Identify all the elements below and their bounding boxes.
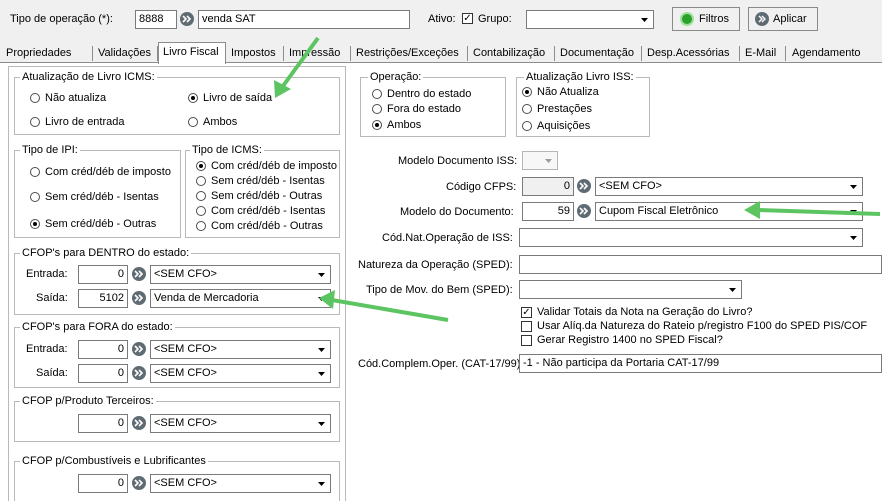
- arrow-to-modelo-doc: [744, 201, 881, 219]
- arrow-to-livro-saida: [274, 36, 320, 98]
- annotation-arrows: [274, 36, 881, 322]
- arrow-to-saida-cfop: [319, 290, 449, 322]
